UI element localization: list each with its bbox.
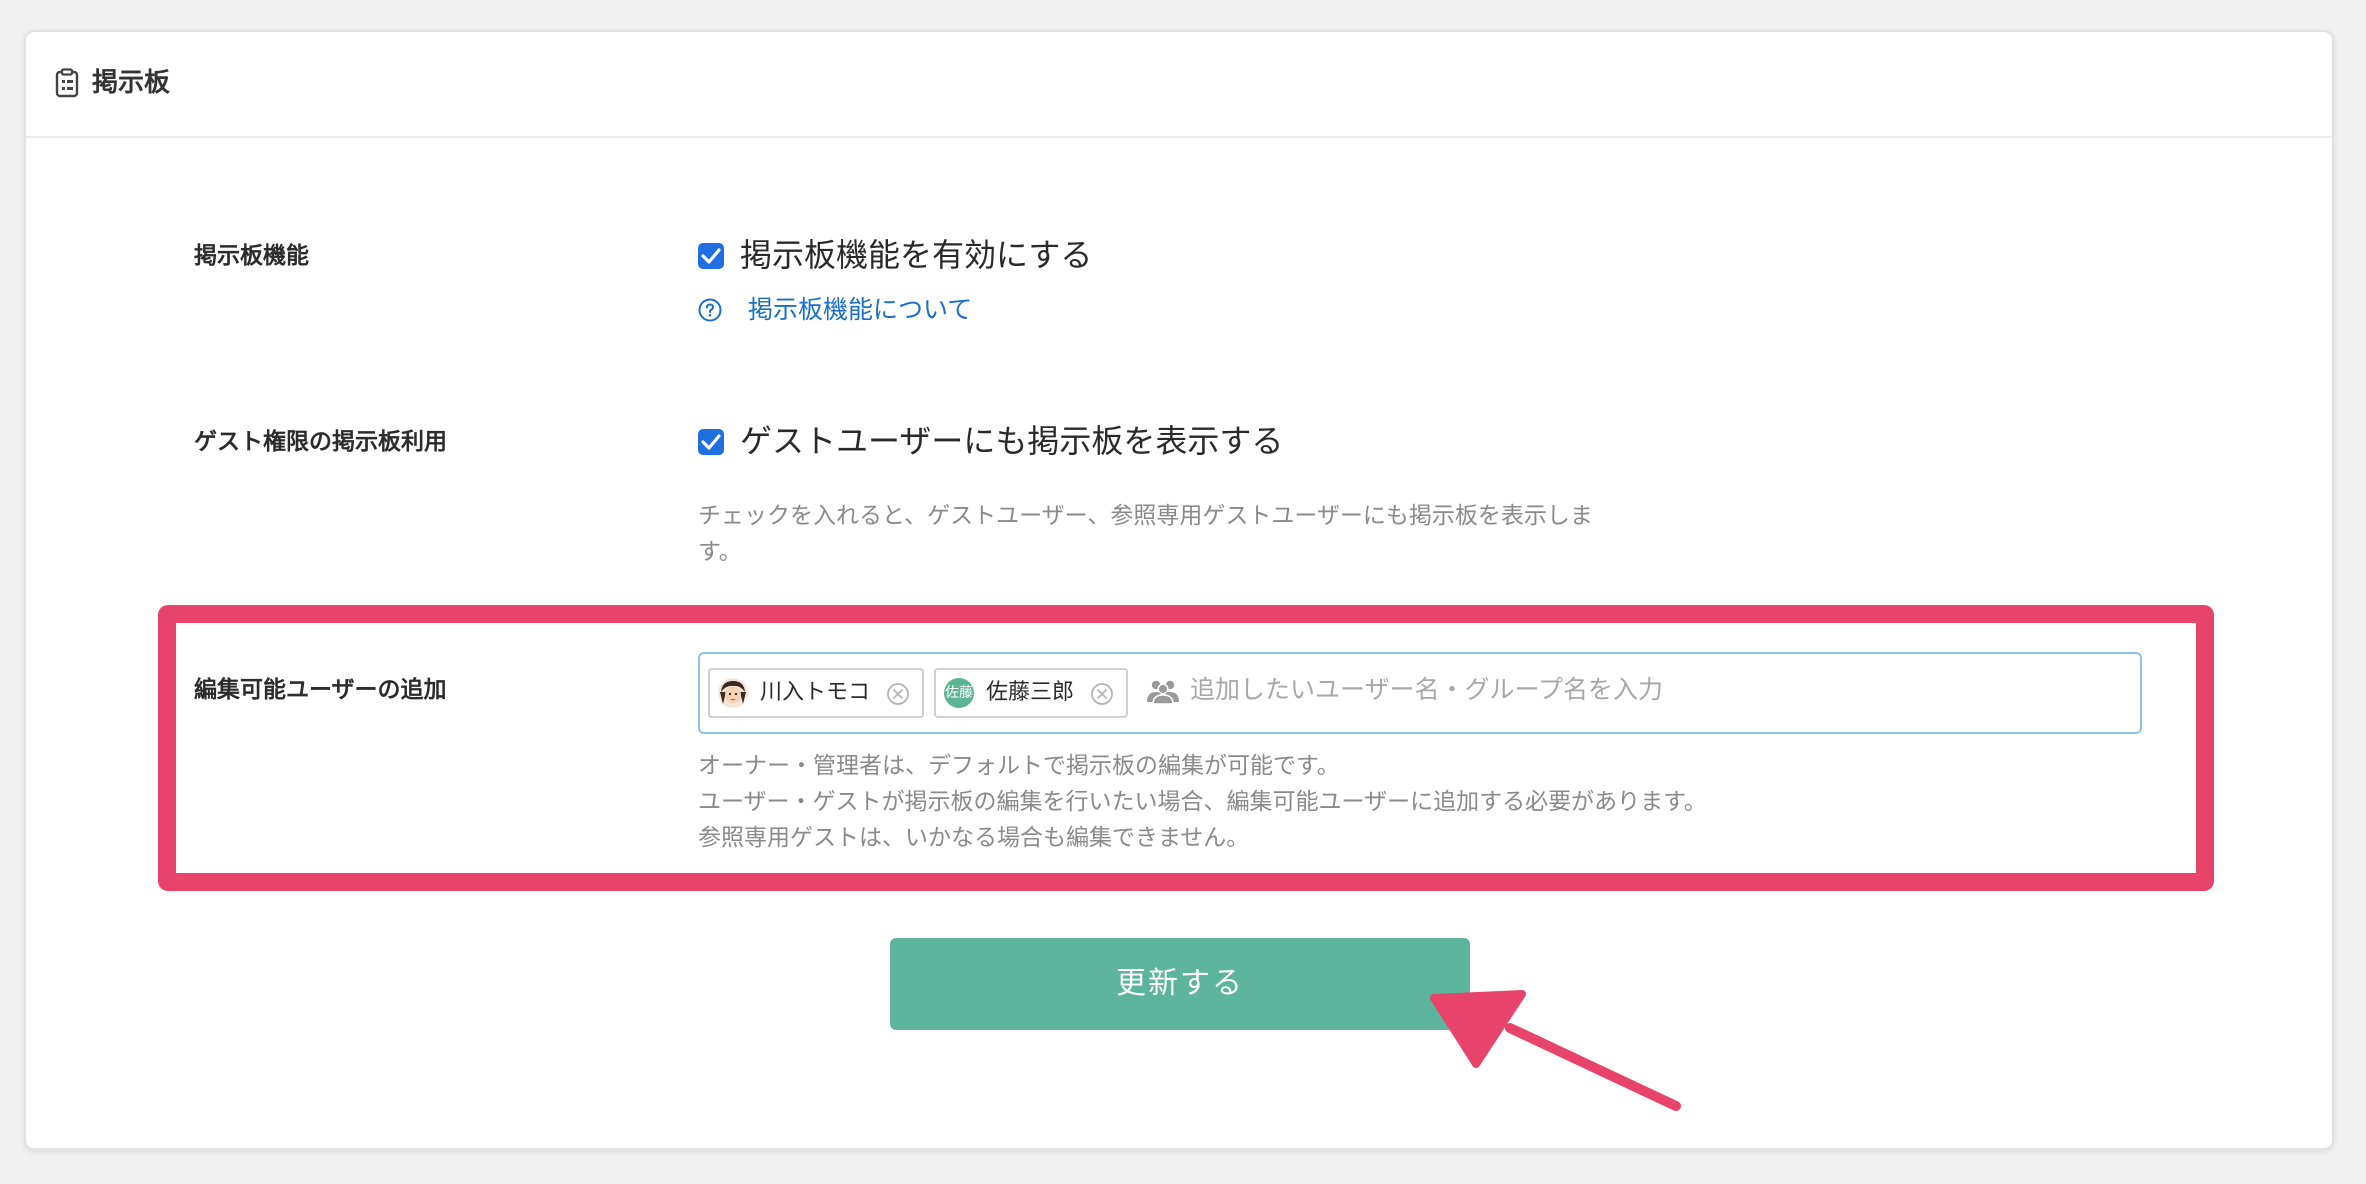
editors-help-line2: ユーザー・ゲストが掲示板の編集を行いたい場合、編集可能ユーザーに追加する必要があ…: [698, 789, 1707, 815]
remove-tag-icon[interactable]: [1090, 682, 1114, 706]
checkmark-icon: [701, 248, 721, 264]
guest-help-text-line1: チェックを入れると、ゲストユーザー、参照専用ゲストユーザーにも掲示板を表示しま: [698, 503, 1593, 529]
board-help-link[interactable]: 掲示板機能について: [748, 294, 972, 326]
annotation-arrow-icon: [1430, 990, 1681, 1111]
update-button[interactable]: 更新する: [890, 938, 1470, 1030]
user-tag: 佐藤 佐藤三郎: [934, 668, 1128, 718]
card-header: 掲示板: [26, 32, 2332, 138]
tag-name: 川入トモコ: [760, 680, 871, 705]
show-to-guests-checkbox[interactable]: [698, 429, 724, 455]
face-avatar: [718, 678, 748, 708]
tag-name: 佐藤三郎: [986, 680, 1075, 705]
feature-label: 掲示板機能: [194, 243, 309, 269]
guest-label: ゲスト権限の掲示板利用: [194, 429, 447, 455]
remove-tag-icon[interactable]: [886, 682, 910, 706]
checkmark-icon: [701, 434, 721, 450]
editors-help-line3: 参照専用ゲストは、いかなる場合も編集できません。: [698, 825, 1250, 851]
initials-avatar: 佐藤: [944, 678, 974, 708]
guest-help-text-line2: す。: [698, 539, 742, 565]
editors-label: 編集可能ユーザーの追加: [194, 677, 447, 703]
page-title: 掲示板: [92, 68, 171, 98]
clipboard-icon: [55, 68, 79, 98]
user-tag: 川入トモコ: [708, 668, 924, 718]
enable-board-label[interactable]: 掲示板機能を有効にする: [740, 235, 1092, 275]
editor-tag-input[interactable]: 川入トモコ 佐藤 佐藤三郎: [698, 652, 2142, 734]
group-icon: [1147, 680, 1179, 705]
editor-search-input[interactable]: [1190, 672, 2090, 708]
show-to-guests-label[interactable]: ゲストユーザーにも掲示板を表示する: [740, 421, 1283, 461]
enable-board-checkbox[interactable]: [698, 243, 724, 269]
editors-help-line1: オーナー・管理者は、デフォルトで掲示板の編集が可能です。: [698, 753, 1340, 779]
question-circle-icon: [698, 298, 722, 322]
